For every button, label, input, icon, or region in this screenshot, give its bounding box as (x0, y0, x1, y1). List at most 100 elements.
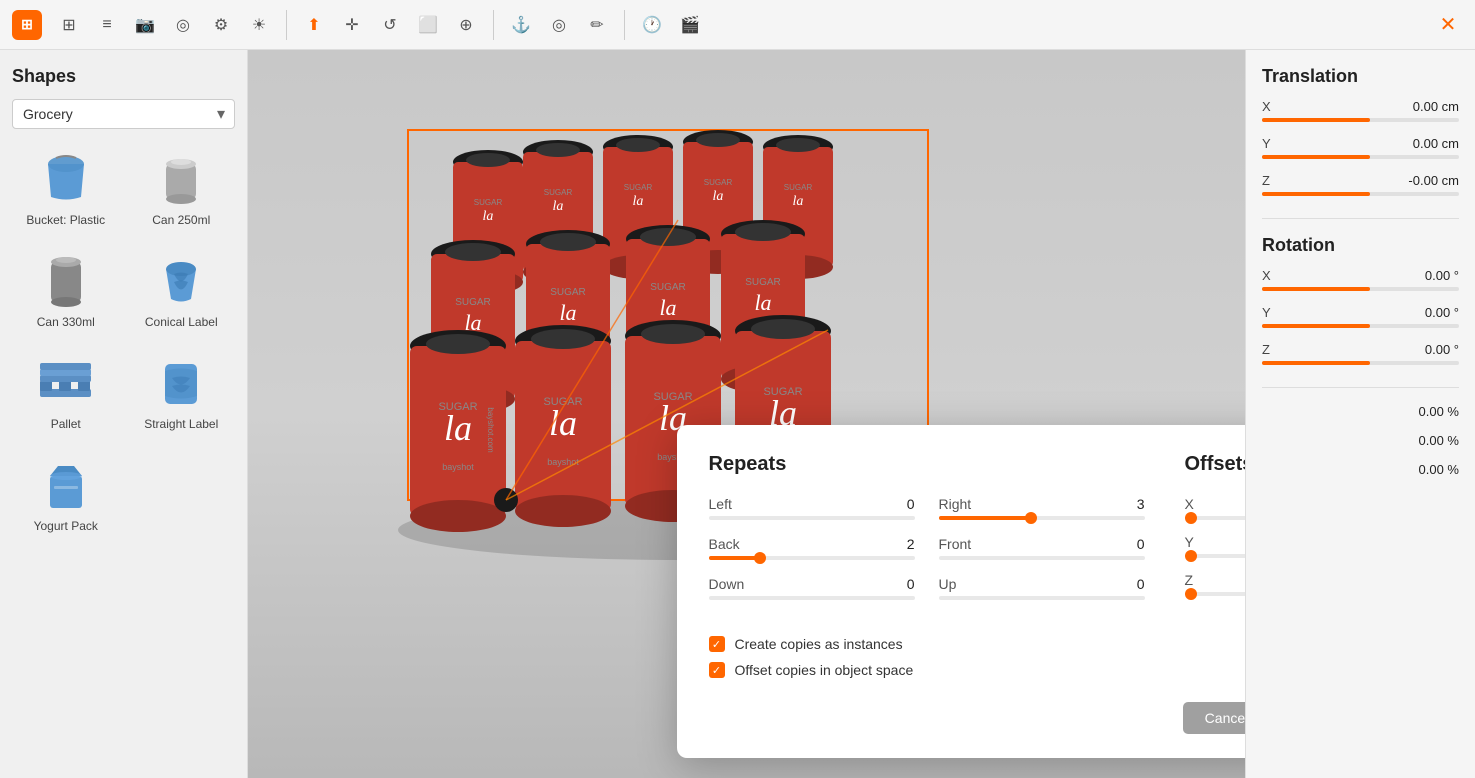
offset-copies-checkbox[interactable]: ✓ (709, 662, 725, 678)
translation-z-slider[interactable] (1262, 192, 1459, 196)
repeats-section: Repeats Left 0 (709, 453, 1145, 678)
right-slider-thumb (1025, 512, 1037, 524)
down-value: 0 (907, 576, 915, 592)
svg-text:la: la (713, 189, 724, 204)
svg-text:SUGAR: SUGAR (474, 198, 503, 207)
extra-field-1-row: 0.00 % (1262, 404, 1459, 419)
offset-x-slider[interactable] (1185, 516, 1246, 520)
select-tool-icon[interactable]: ⬆ (299, 10, 329, 40)
shape-straight-label[interactable]: Straight Label (128, 345, 236, 439)
svg-text:la: la (793, 194, 804, 209)
create-copies-row: ✓ Create copies as instances (709, 636, 1145, 652)
shape-bucket-plastic[interactable]: Bucket: Plastic (12, 141, 120, 235)
dialog-columns: Repeats Left 0 (709, 453, 1246, 678)
rotation-y-slider[interactable] (1262, 324, 1459, 328)
move-tool-icon[interactable]: ✛ (337, 10, 367, 40)
down-field-row: Down 0 (709, 576, 915, 592)
canvas-area[interactable]: la SUGAR la SUGAR la SUGAR (248, 50, 1245, 778)
can-250ml-label: Can 250ml (152, 213, 210, 227)
down-up-row: Down 0 Up 0 (709, 576, 1145, 616)
pallet-icon (36, 353, 96, 413)
svg-text:SUGAR: SUGAR (650, 282, 686, 293)
offsets-section: Offsets X 1.00 cm Y (1185, 453, 1246, 678)
shapes-sidebar: Shapes Grocery Kitchen Office Outdoor (0, 50, 248, 778)
down-field: Down 0 (709, 576, 915, 600)
svg-text:SUGAR: SUGAR (745, 277, 781, 288)
right-panel: Translation X 0.00 cm Y 0.00 cm Z -0.00 … (1245, 50, 1475, 778)
extra-value-3: 0.00 % (1419, 462, 1459, 477)
translation-z-value: -0.00 cm (1408, 173, 1459, 188)
svg-text:bayshot: bayshot (442, 462, 474, 472)
crosshair-icon[interactable]: ✕ (1433, 10, 1463, 40)
svg-text:SUGAR: SUGAR (784, 183, 813, 192)
film-tool-icon[interactable]: 🎬 (675, 10, 705, 40)
rotation-y-value: 0.00 ° (1425, 305, 1459, 320)
crop-tool-icon[interactable]: ⬜ (413, 10, 443, 40)
svg-text:bayshot.com: bayshot.com (486, 407, 495, 453)
up-field-row: Up 0 (939, 576, 1145, 592)
node-tool-icon[interactable]: ⊕ (451, 10, 481, 40)
cancel-button[interactable]: Cancel (1183, 702, 1245, 734)
rotation-y-field: Y 0.00 ° (1262, 305, 1459, 328)
rotation-y-label: Y (1262, 305, 1271, 320)
offset-copies-label: Offset copies in object space (735, 662, 914, 678)
up-slider[interactable] (939, 596, 1145, 600)
menu-icon[interactable]: ≡ (92, 10, 122, 40)
conical-label-icon (151, 251, 211, 311)
translation-y-fill (1262, 155, 1370, 159)
rotation-x-row: X 0.00 ° (1262, 268, 1459, 283)
category-dropdown[interactable]: Grocery Kitchen Office Outdoor (12, 99, 235, 129)
down-slider[interactable] (709, 596, 915, 600)
separator-3 (624, 10, 625, 40)
rotation-x-label: X (1262, 268, 1271, 283)
target-icon[interactable]: ◎ (168, 10, 198, 40)
front-label: Front (939, 536, 972, 552)
shape-can-330ml[interactable]: Can 330ml (12, 243, 120, 337)
measure-tool-icon[interactable]: ◎ (544, 10, 574, 40)
offset-z-row: Z 1.00 cm (1185, 572, 1246, 588)
translation-x-label: X (1262, 99, 1271, 114)
camera-icon[interactable]: 📷 (130, 10, 160, 40)
edit-tool-icon[interactable]: ✏ (582, 10, 612, 40)
translation-z-label: Z (1262, 173, 1270, 188)
left-slider[interactable] (709, 516, 915, 520)
rotation-x-field: X 0.00 ° (1262, 268, 1459, 291)
front-value: 0 (1137, 536, 1145, 552)
shape-can-250ml[interactable]: Can 250ml (128, 141, 236, 235)
shape-pallet[interactable]: Pallet (12, 345, 120, 439)
can-250ml-icon (151, 149, 211, 209)
offset-y-row: Y 1.00 cm (1185, 534, 1246, 550)
rotation-z-slider[interactable] (1262, 361, 1459, 365)
settings-icon[interactable]: ⚙ (206, 10, 236, 40)
offset-x-thumb (1185, 512, 1197, 524)
grid-icon[interactable]: ⊞ (54, 10, 84, 40)
svg-text:bayshot: bayshot (547, 457, 579, 467)
app-icon[interactable]: ⊞ (12, 10, 42, 40)
offset-y-slider[interactable] (1185, 554, 1246, 558)
translation-y-slider[interactable] (1262, 155, 1459, 159)
translation-x-slider[interactable] (1262, 118, 1459, 122)
rotation-x-slider[interactable] (1262, 287, 1459, 291)
right-value: 3 (1137, 496, 1145, 512)
sun-icon[interactable]: ☀ (244, 10, 274, 40)
can-330ml-label: Can 330ml (37, 315, 95, 329)
front-field-row: Front 0 (939, 536, 1145, 552)
right-slider[interactable] (939, 516, 1145, 520)
separator-2 (493, 10, 494, 40)
left-label: Left (709, 496, 732, 512)
offset-z-label: Z (1185, 572, 1194, 588)
separator-1 (286, 10, 287, 40)
front-slider[interactable] (939, 556, 1145, 560)
left-field: Left 0 (709, 496, 915, 520)
anchor-tool-icon[interactable]: ⚓ (506, 10, 536, 40)
can-330ml-icon (36, 251, 96, 311)
create-copies-checkbox[interactable]: ✓ (709, 636, 725, 652)
translation-x-fill (1262, 118, 1370, 122)
offset-z-slider[interactable] (1185, 592, 1246, 596)
undo-tool-icon[interactable]: ↺ (375, 10, 405, 40)
shape-yogurt-pack[interactable]: Yogurt Pack (12, 447, 120, 541)
shape-conical-label[interactable]: Conical Label (128, 243, 236, 337)
clock-tool-icon[interactable]: 🕐 (637, 10, 667, 40)
back-slider[interactable] (709, 556, 915, 560)
back-field-row: Back 2 (709, 536, 915, 552)
